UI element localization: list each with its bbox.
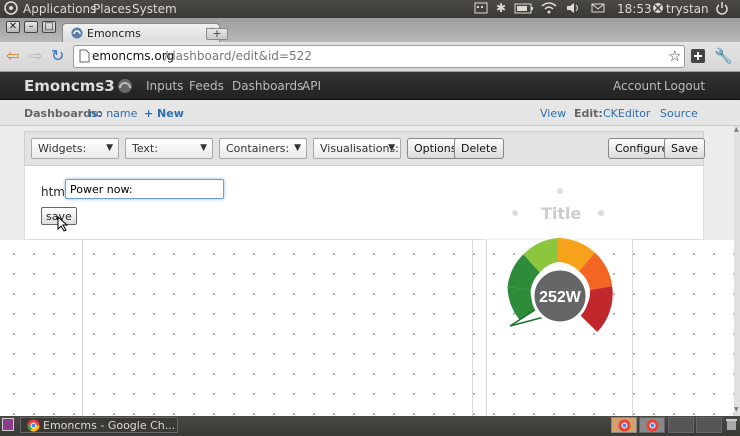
- chevron-down-icon: ▼: [294, 143, 301, 153]
- workspace-2[interactable]: [639, 417, 665, 433]
- edit-label: Edit:: [574, 107, 603, 120]
- guide-line: [82, 240, 83, 416]
- bookmark-star-icon[interactable]: ☆: [668, 47, 681, 65]
- dial-value: 252W: [539, 289, 582, 306]
- show-desktop-icon[interactable]: [2, 418, 14, 431]
- chrome-icon: [27, 419, 40, 435]
- source-link[interactable]: Source: [660, 107, 698, 120]
- user-icon: [652, 1, 664, 18]
- scroll-down-icon[interactable]: ▼: [734, 406, 739, 413]
- nav-api[interactable]: API: [302, 79, 321, 93]
- volume-icon[interactable]: [566, 1, 582, 18]
- widget-toolbar: Widgets: ▼ Text: ▼ Containers: ▼ Visualisat…: [24, 131, 706, 166]
- maximize-window-button[interactable]: □: [42, 21, 56, 33]
- guide-line: [472, 240, 473, 416]
- resize-handle[interactable]: [512, 210, 518, 216]
- nav-dashboards[interactable]: Dashboards: [232, 79, 303, 93]
- workspace-4[interactable]: [696, 417, 722, 433]
- user-name[interactable]: trystan: [666, 2, 709, 16]
- text-select-label: Text:: [132, 142, 158, 155]
- reload-icon[interactable]: ↻: [51, 46, 64, 65]
- url-path: /dashboard/edit&id=522: [164, 49, 312, 63]
- widgets-select[interactable]: Widgets: ▼: [31, 138, 119, 159]
- html-input[interactable]: [65, 179, 224, 199]
- visualisations-select-label: Visualisations:: [320, 142, 399, 155]
- save-dashboard-button[interactable]: Save: [664, 138, 706, 159]
- resize-handle[interactable]: [598, 210, 604, 216]
- taskbar-window-button[interactable]: Emoncms - Google Ch...: [20, 417, 178, 433]
- browser-chrome: ✕ – □ Emoncms ✕ + ⇦ ⇨ ↻ emoncms.org /das…: [0, 18, 740, 72]
- brand[interactable]: Emoncms3: [24, 77, 115, 95]
- chevron-down-icon: ▼: [388, 143, 395, 153]
- close-window-button[interactable]: ✕: [6, 21, 20, 33]
- taskbar: Emoncms - Google Ch...: [0, 416, 740, 434]
- wifi-icon[interactable]: [541, 1, 557, 18]
- text-select[interactable]: Text: ▼: [125, 138, 213, 159]
- dial-gauge: 252W: [507, 238, 613, 332]
- dashboards-bar: Dashboards: no name + New View Edit: CKE…: [0, 100, 740, 126]
- app-navbar: Emoncms3 Inputs Feeds Dashboards API Acc…: [0, 72, 740, 100]
- url-domain: emoncms.org: [92, 49, 175, 63]
- new-dashboard-link[interactable]: + New: [144, 107, 184, 120]
- extension-icon[interactable]: [690, 48, 706, 67]
- back-arrow-icon[interactable]: ⇦: [6, 46, 19, 65]
- taskbar-window-title: Emoncms - Google Ch...: [43, 419, 176, 432]
- workspace-3[interactable]: [668, 417, 694, 433]
- menu-system[interactable]: System: [132, 2, 177, 16]
- chevron-down-icon: ▼: [106, 143, 113, 153]
- dashboard-no-name-link[interactable]: no name: [89, 107, 137, 120]
- wrench-icon[interactable]: 🔧: [714, 47, 733, 65]
- battery-icon[interactable]: [514, 1, 534, 18]
- scroll-up-icon[interactable]: ▲: [734, 126, 739, 133]
- containers-select[interactable]: Containers: ▼: [219, 138, 307, 159]
- view-link[interactable]: View: [540, 107, 566, 120]
- top-panel: Applications Places System ✱ 18:53 tryst…: [0, 0, 740, 18]
- widgets-select-label: Widgets:: [38, 142, 87, 155]
- dial-widget[interactable]: 252W: [496, 234, 624, 334]
- nav-feeds[interactable]: Feeds: [189, 79, 224, 93]
- delete-button[interactable]: Delete: [454, 138, 505, 159]
- containers-select-label: Containers:: [226, 142, 290, 155]
- mouse-cursor-icon: [57, 215, 69, 236]
- page-scrollbar[interactable]: ▲ ▼: [734, 126, 740, 416]
- title-widget[interactable]: Title: [486, 188, 632, 240]
- dashboard-gauge-icon[interactable]: [117, 78, 133, 97]
- workspace-1[interactable]: [611, 417, 637, 433]
- chevron-down-icon: ▼: [200, 143, 207, 153]
- menu-places[interactable]: Places: [93, 2, 131, 16]
- nav-logout[interactable]: Logout: [664, 79, 705, 93]
- nav-account[interactable]: Account: [613, 79, 661, 93]
- keyboard-indicator-icon[interactable]: [474, 1, 488, 18]
- nav-inputs[interactable]: Inputs: [146, 79, 183, 93]
- new-tab-button[interactable]: +: [206, 28, 228, 40]
- tab-strip: ✕ – □ Emoncms ✕ +: [0, 18, 740, 42]
- mail-icon[interactable]: [591, 1, 605, 18]
- menu-applications[interactable]: Applications: [23, 2, 96, 16]
- minimize-window-button[interactable]: –: [24, 21, 38, 33]
- tab-emoncms[interactable]: Emoncms ✕: [62, 23, 220, 42]
- emoncms-favicon-icon: [71, 27, 83, 42]
- browser-toolbar: ⇦ ⇨ ↻ emoncms.org /dashboard/edit&id=522…: [0, 42, 740, 72]
- guide-line: [632, 240, 633, 416]
- bluetooth-icon[interactable]: ✱: [496, 1, 506, 15]
- clock[interactable]: 18:53: [617, 2, 652, 16]
- dashboard-page: Widgets: ▼ Text: ▼ Containers: ▼ Visualisat…: [0, 126, 740, 416]
- guide-line: [486, 240, 487, 416]
- tab-title: Emoncms: [87, 27, 141, 40]
- forward-arrow-icon[interactable]: ⇨: [29, 46, 42, 65]
- trash-icon[interactable]: [726, 418, 737, 434]
- address-bar[interactable]: emoncms.org /dashboard/edit&id=522 ☆: [73, 45, 685, 68]
- power-icon[interactable]: [715, 1, 729, 18]
- visualisations-select[interactable]: Visualisations: ▼: [313, 138, 401, 159]
- ubuntu-logo-icon[interactable]: [4, 1, 18, 18]
- ckeditor-link[interactable]: CKEditor: [603, 107, 650, 120]
- title-widget-text: Title: [541, 204, 582, 223]
- page-icon: [78, 49, 91, 66]
- resize-handle[interactable]: [557, 188, 563, 194]
